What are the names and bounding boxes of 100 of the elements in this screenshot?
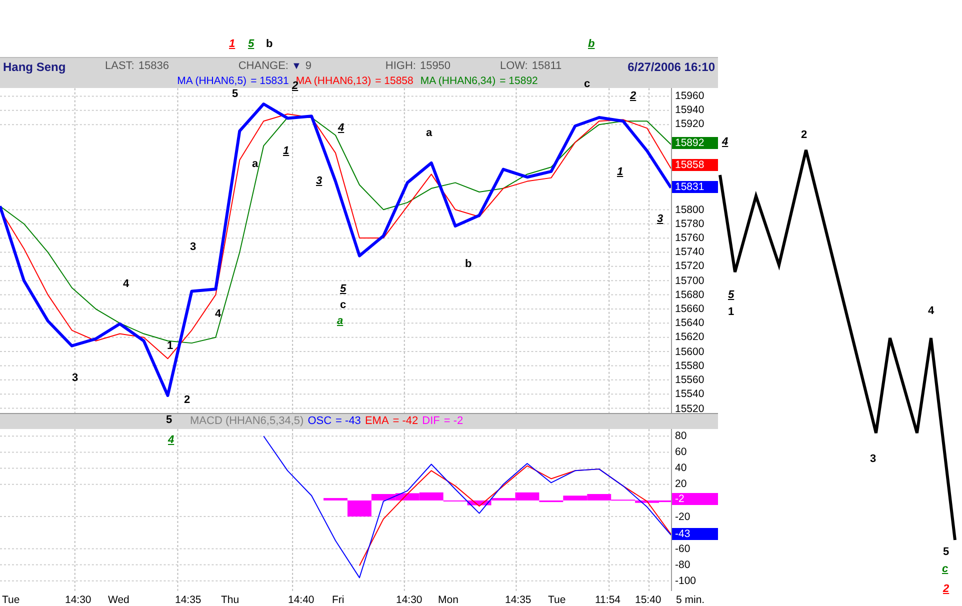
chart-title: Hang Seng [3, 58, 67, 76]
legend-value: = 15892 [500, 75, 538, 88]
time-axis-label: Thu [221, 593, 240, 606]
axis-tick-label: 15800 [675, 204, 704, 216]
axis-tick-label: 15680 [675, 288, 704, 301]
wave-label: 5 [166, 414, 172, 426]
wave-label: 3 [870, 453, 876, 465]
wave-label: a [252, 158, 258, 170]
legend-value: = -42 [392, 414, 418, 430]
indicator-title: MACD (HHAN6,5,34,5) [190, 414, 304, 430]
time-axis-label: 15:40 [635, 593, 662, 606]
axis-tick-label: -100 [675, 575, 696, 587]
axis-tick-label: -60 [675, 542, 690, 555]
axis-tick-label: 15620 [675, 331, 704, 344]
last-value: 15836 [138, 59, 170, 74]
low-value: 15811 [532, 59, 563, 74]
high-value: 15950 [420, 59, 452, 74]
wave-label: 2 [630, 90, 636, 102]
axis-tick-label: 15780 [675, 218, 704, 230]
axis-tick-label: 15700 [675, 274, 704, 287]
axis-tick-label: 15540 [675, 388, 704, 400]
wave-label: 4 [928, 305, 934, 317]
legend-series-name: OSC [308, 414, 332, 430]
wave-label: 1 [167, 340, 174, 352]
axis-tick-label: 40 [675, 462, 687, 474]
axis-tick-label: 15960 [675, 90, 704, 102]
value-badge: -2 [672, 493, 718, 505]
value-badge: 15892 [672, 137, 718, 149]
wave-label: 2 [943, 583, 950, 595]
time-axis-label: 11:54 [595, 593, 620, 606]
legend-series-name: MA (HHAN6,5) [177, 75, 247, 88]
axis-tick-label: 80 [675, 430, 687, 442]
value-badge: 15831 [672, 181, 718, 193]
low-label: LOW: [500, 59, 528, 74]
axis-tick-label: 15920 [675, 118, 704, 130]
wave-label: 4 [338, 122, 344, 134]
wave-label: 5 [728, 289, 734, 301]
wave-label: b [588, 38, 595, 50]
wave-label: 1 [229, 38, 236, 50]
wave-label: 5 [248, 38, 254, 50]
axis-tick-label: 15940 [675, 104, 704, 116]
date-time: 6/27/2006 16:10 [628, 58, 715, 76]
time-axis-label: Wed [108, 593, 130, 606]
change-value: 9 [305, 59, 313, 74]
wave-label: 2 [292, 80, 298, 92]
wave-label: b [465, 258, 472, 270]
legend-value: = 15831 [250, 75, 289, 88]
high-label: HIGH: [385, 59, 416, 74]
wave-label: 3 [316, 175, 322, 187]
axis-tick-label: 15740 [675, 246, 704, 258]
wave-label: 4 [722, 136, 728, 148]
wave-label: c [340, 299, 346, 311]
wave-label: a [337, 315, 344, 327]
time-axis-label: Tue [2, 593, 20, 606]
wave-label: 4 [215, 308, 222, 320]
wave-label: c [584, 78, 590, 90]
axis-tick-label: 15580 [675, 360, 704, 372]
axis-tick-label: 20 [675, 478, 687, 490]
wave-label: 1 [283, 145, 290, 157]
axis-tick-label: -80 [675, 558, 690, 571]
axis-tick-label: 15560 [675, 374, 704, 386]
axis-tick-label: -20 [675, 510, 690, 523]
wave-label: 3 [72, 372, 78, 384]
last-label: LAST: [105, 59, 134, 74]
legend-value: = -43 [336, 414, 361, 430]
wave-label: 2 [801, 129, 808, 141]
wave-label: 3 [190, 241, 196, 253]
wave-label: 5 [943, 546, 950, 558]
axis-tick-label: 15720 [675, 260, 704, 272]
time-axis-label: 14:30 [65, 593, 92, 606]
wave-label: c [942, 563, 948, 575]
wave-label: b [266, 38, 273, 50]
time-axis-label: Fri [332, 593, 344, 606]
time-axis-label: 14:35 [175, 593, 202, 606]
wave-label: 4 [168, 434, 174, 446]
time-axis-label: 14:40 [288, 593, 314, 606]
axis-tick-label: 15520 [675, 402, 704, 414]
wave-label: 5 [340, 283, 346, 295]
axis-tick-label: 15640 [675, 317, 704, 330]
axis-tick-label: 15760 [675, 232, 704, 244]
wave-label: 4 [123, 278, 130, 290]
time-axis-label: 14:35 [505, 593, 532, 606]
wave-label: 3 [657, 213, 664, 225]
wave-label: 1 [617, 166, 624, 178]
legend-series-name: DIF [422, 414, 440, 430]
value-badge: -43 [672, 528, 718, 540]
time-axis-label: Tue [548, 593, 566, 606]
value-badge: 15858 [672, 159, 718, 171]
wave-label: 1 [728, 306, 734, 318]
change-label: CHANGE: [238, 59, 288, 74]
time-axis-label: Mon [438, 593, 458, 606]
legend-series-name: MA (HHAN6,34) [420, 75, 496, 88]
bar [347, 500, 372, 517]
legend-value: = -2 [444, 414, 464, 430]
wave-label: a [426, 127, 432, 139]
period-label: 5 min. [676, 593, 705, 606]
legend-value: = 15858 [375, 75, 414, 88]
wave-label: 5 [232, 88, 238, 100]
axis-tick-label: 60 [675, 446, 687, 458]
down-arrow-icon: ▼ [291, 59, 302, 74]
